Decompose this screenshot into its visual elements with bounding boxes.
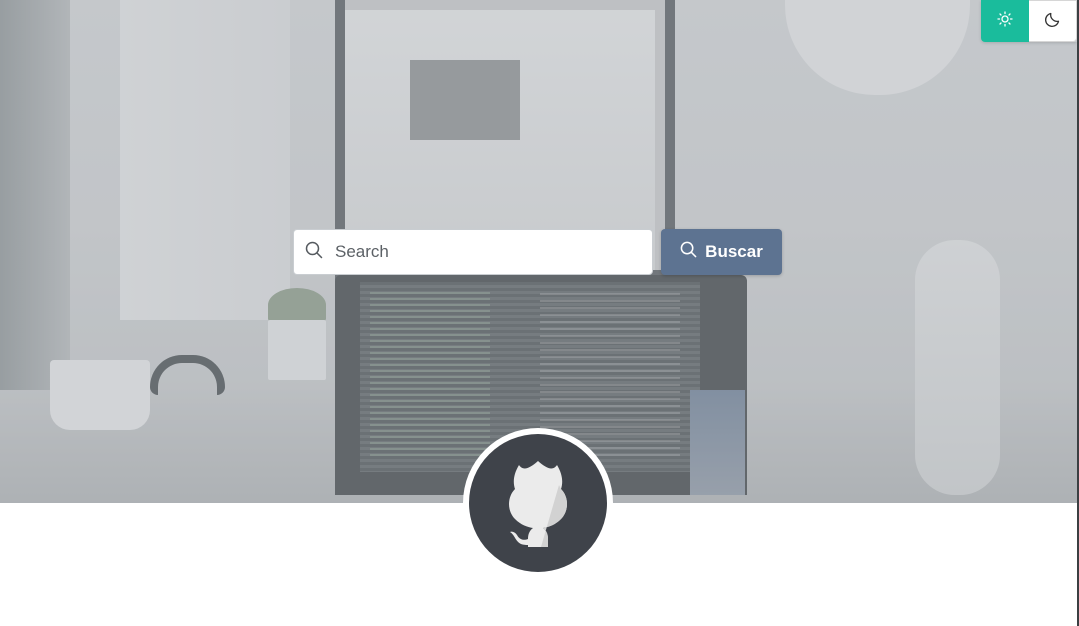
search-icon bbox=[305, 241, 323, 264]
theme-toggle bbox=[981, 0, 1077, 42]
search-box[interactable] bbox=[293, 229, 653, 275]
sun-icon bbox=[997, 10, 1013, 32]
search-button-label: Buscar bbox=[705, 242, 763, 261]
search-input[interactable] bbox=[335, 242, 635, 262]
dark-theme-button[interactable] bbox=[1029, 0, 1077, 42]
page: Buscar bbox=[0, 0, 1079, 626]
profile-avatar-ring bbox=[463, 428, 613, 578]
search-button[interactable]: Buscar bbox=[661, 229, 782, 275]
moon-icon bbox=[1044, 10, 1062, 33]
search-button-icon bbox=[680, 241, 697, 263]
github-octocat-icon bbox=[493, 455, 583, 552]
avatar[interactable] bbox=[469, 434, 607, 572]
light-theme-button[interactable] bbox=[981, 0, 1029, 42]
